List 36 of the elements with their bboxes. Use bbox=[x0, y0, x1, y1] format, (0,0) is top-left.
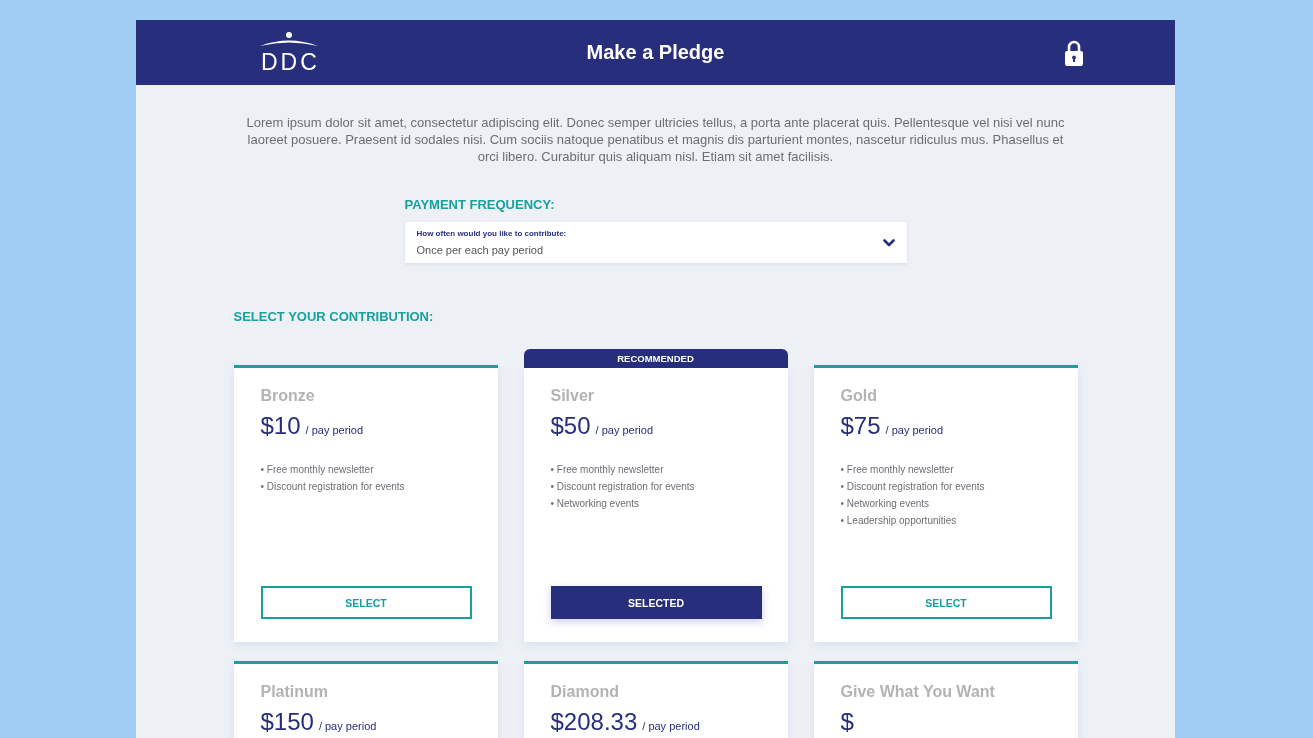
page-title: Make a Pledge bbox=[586, 41, 725, 64]
tier-price: $10 bbox=[260, 414, 301, 438]
tier-price: $208.33 bbox=[550, 710, 638, 734]
price-period: / pay period bbox=[885, 424, 944, 437]
tier-price: $75 bbox=[840, 414, 881, 438]
feature-text: • Networking events bbox=[840, 497, 931, 511]
tier-price: $50 bbox=[550, 414, 591, 438]
intro-text: Lorem ipsum dolor sit amet, consectetur adipiscing elit. Donec semper ultricies tellus, a porta ante placerat quis. Pellentesque vel nisi vel nunc laoreet posuere. Praesent id sodales nisi. Cum sociis natoque penatibus et magnis dis parturient montes, nascetur ridiculus mus. Phasellus et orci libero. Curabitur quis aliquam nisl. Etiam sit amet facilisis. bbox=[245, 114, 1066, 165]
tier-name: Platinum bbox=[260, 682, 330, 701]
tier-name: Diamond bbox=[550, 682, 620, 701]
tier-name: Gold bbox=[840, 386, 878, 405]
feature-text: • Free monthly newsletter bbox=[840, 463, 955, 477]
recommended-badge: RECOMMENDED bbox=[523, 349, 788, 368]
price-period: / pay period bbox=[642, 720, 700, 733]
logo: DDC bbox=[258, 31, 320, 74]
feature-text: • Discount registration for events bbox=[840, 480, 986, 494]
feature-text: • Discount registration for events bbox=[260, 480, 406, 494]
feature-text: • Discount registration for events bbox=[550, 480, 696, 494]
feature-text: • Free monthly newsletter bbox=[260, 463, 375, 477]
price-period: / pay period bbox=[305, 424, 364, 437]
tier-price: $150 bbox=[260, 710, 314, 734]
tier-price: $ bbox=[840, 710, 854, 734]
chevron-down-icon bbox=[882, 238, 895, 247]
feature-text: • Leadership opportunities bbox=[840, 514, 958, 528]
frequency-select[interactable]: How often would you like to contribute: Once per each pay period bbox=[404, 222, 907, 263]
price-period: / pay period bbox=[318, 720, 377, 733]
tier-name: Bronze bbox=[260, 386, 316, 405]
section-heading: PAYMENT FREQUENCY: bbox=[404, 197, 556, 213]
price-period: / pay period bbox=[595, 424, 654, 437]
select-button[interactable]: SELECTED bbox=[550, 586, 762, 619]
feature-text: • Networking events bbox=[550, 497, 641, 511]
feature-text: • Free monthly newsletter bbox=[550, 463, 665, 477]
tier-name: Give What You Want bbox=[840, 682, 996, 701]
tier-name: Silver bbox=[550, 386, 596, 405]
lock-icon bbox=[1064, 39, 1084, 66]
section-heading: SELECT YOUR CONTRIBUTION: bbox=[233, 309, 435, 325]
